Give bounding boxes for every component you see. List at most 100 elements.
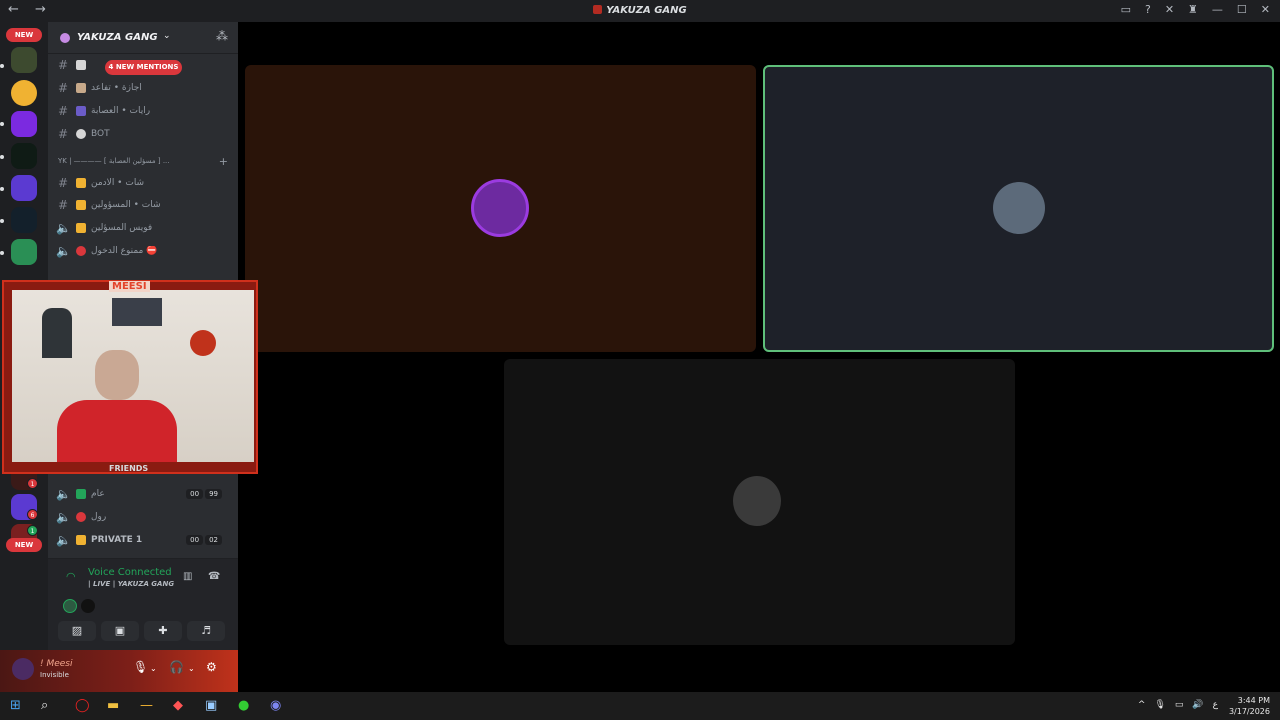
channel-text-bot[interactable]: # BOT: [56, 124, 232, 144]
mention-count-badge: 1: [27, 478, 38, 489]
server-icon-6[interactable]: [11, 207, 37, 233]
bug-icon[interactable]: ♜: [1188, 3, 1198, 16]
hash-icon: #: [57, 104, 69, 118]
channel-label: BOT: [91, 129, 110, 139]
hash-icon: #: [57, 127, 69, 141]
chevron-up-icon[interactable]: ^: [1138, 700, 1146, 710]
new-mentions-badge[interactable]: 4 NEW MENTIONS: [105, 60, 182, 75]
server-icon-3[interactable]: [11, 111, 37, 137]
participant-avatar: [733, 476, 781, 526]
video-stage: [238, 22, 1280, 692]
channel-label: شات • الادمن: [91, 178, 145, 188]
server-icon-7[interactable]: [11, 239, 37, 265]
server-icon-4[interactable]: [11, 143, 37, 169]
user-limit: 00 02: [186, 535, 222, 545]
discord-icon[interactable]: ◉: [270, 698, 281, 713]
inbox-icon[interactable]: ▭: [1121, 3, 1131, 16]
unread-pill: [0, 219, 4, 223]
channel-label: اجازة • تفاعد: [91, 83, 142, 93]
soundboard-button[interactable]: ♬: [187, 621, 225, 641]
server-icon-5[interactable]: [11, 175, 37, 201]
unread-pill: [0, 155, 4, 159]
guild-header[interactable]: YAKUZA GANG ⌄ ⁂: [48, 22, 238, 54]
app-green-icon[interactable]: ●: [238, 698, 249, 713]
channel-voice-restricted[interactable]: 🔈 ممنوع الدخول ⛔: [56, 241, 232, 261]
new-badge-top[interactable]: NEW: [6, 28, 42, 42]
hash-icon: #: [57, 58, 69, 72]
username[interactable]: ! Meesi: [40, 659, 73, 669]
microphone-icon[interactable]: 🎙: [133, 660, 148, 674]
channel-text-2[interactable]: # اجازة • تفاعد: [56, 78, 232, 98]
brave-icon[interactable]: ◆: [173, 698, 183, 713]
category-header[interactable]: YK | ———— [ مسؤلين العصابة ] ... +: [58, 157, 228, 165]
network-icon[interactable]: ▭: [1175, 700, 1184, 710]
server-icon-1[interactable]: [11, 47, 37, 73]
invite-people-icon[interactable]: ⁂: [216, 29, 228, 43]
camera-off-button[interactable]: ▨: [58, 621, 96, 641]
hash-icon: #: [57, 81, 69, 95]
volume-icon[interactable]: 🔊: [1192, 700, 1203, 710]
maximize-icon[interactable]: ☐: [1237, 3, 1247, 16]
tools-icon[interactable]: ✕: [1165, 3, 1174, 16]
new-badge-bottom[interactable]: NEW: [6, 538, 42, 552]
input-language[interactable]: ع: [1213, 700, 1218, 710]
search-icon[interactable]: ⌕: [41, 698, 48, 713]
voice-channel-name[interactable]: | LIVE | YAKUZA GANG: [88, 580, 174, 588]
hash-icon: #: [57, 176, 69, 190]
crown-icon: [76, 178, 86, 188]
add-channel-icon[interactable]: +: [219, 157, 228, 165]
screen-share-button[interactable]: ▣: [101, 621, 139, 641]
window-title-text: YAKUZA GANG: [606, 5, 687, 16]
category-label: YK | ———— [ مسؤلين العصابة ] ...: [58, 157, 170, 165]
channel-text-3[interactable]: # رايات • العصابة: [56, 101, 232, 121]
channel-label: عام: [91, 489, 105, 499]
noise-suppression-icon[interactable]: ▥: [183, 571, 192, 582]
participant-avatar[interactable]: [63, 599, 77, 613]
minimize-icon[interactable]: —: [1212, 3, 1223, 16]
webcam-overlay: MEESI FRIENDS: [2, 280, 258, 474]
settings-gear-icon[interactable]: ⚙: [206, 660, 217, 674]
chevron-down-icon[interactable]: ⌄: [188, 664, 195, 673]
server-logo-icon: [593, 5, 603, 14]
lock-icon: [76, 535, 86, 545]
video-tile-2-speaking[interactable]: [763, 65, 1274, 352]
channel-emoji-icon: [76, 489, 86, 499]
server-icon-2[interactable]: [11, 80, 37, 106]
app-icon[interactable]: —: [140, 698, 153, 713]
channel-voice-role[interactable]: 🔈 رول: [56, 507, 232, 527]
microphone-tray-icon[interactable]: 🎙: [1154, 700, 1165, 710]
webcam-feed: [12, 290, 254, 462]
channel-emoji-icon: [76, 60, 86, 70]
guild-name: YAKUZA GANG: [77, 32, 158, 43]
activities-button[interactable]: ✚: [144, 621, 182, 641]
channel-voice-general[interactable]: 🔈 عام 00 99: [56, 484, 232, 504]
signal-icon[interactable]: ◠: [66, 570, 76, 583]
user-count: 00: [186, 489, 204, 499]
participant-avatar[interactable]: [81, 599, 95, 613]
channel-text-managers[interactable]: # شات • المسؤولين: [56, 195, 232, 215]
channel-label: رايات • العصابة: [91, 106, 151, 116]
crown-icon: [76, 223, 86, 233]
headphones-icon[interactable]: 🎧: [169, 660, 184, 674]
channel-label: PRIVATE 1: [91, 535, 143, 545]
disconnect-icon[interactable]: ☎: [208, 571, 220, 582]
channel-voice-managers[interactable]: 🔈 فويس المسؤلين: [56, 218, 232, 238]
file-explorer-icon[interactable]: ▬: [107, 698, 119, 713]
video-tile-3[interactable]: [504, 359, 1015, 645]
close-icon[interactable]: ✕: [1261, 3, 1270, 16]
window-controls: ▭ ? ✕ ♜ — ☐ ✕: [1121, 3, 1270, 16]
windows-start-icon[interactable]: ⊞: [10, 698, 21, 713]
video-tile-1[interactable]: [245, 65, 756, 352]
help-icon[interactable]: ?: [1145, 3, 1151, 16]
opera-icon[interactable]: ◯: [75, 698, 90, 713]
voice-status[interactable]: Voice Connected: [88, 567, 172, 578]
channel-text-admin[interactable]: # شات • الادمن: [56, 173, 232, 193]
screen-share-icon: ▣: [114, 624, 126, 637]
channel-voice-private[interactable]: 🔈 PRIVATE 1 00 02: [56, 530, 232, 550]
monitor-icon[interactable]: ▣: [205, 698, 217, 713]
participant-avatar: [471, 179, 529, 237]
chevron-down-icon[interactable]: ⌄: [150, 664, 157, 673]
avatar[interactable]: [12, 658, 34, 680]
clock[interactable]: 3:44 PM 3/17/2026: [1229, 695, 1270, 717]
user-max: 99: [205, 489, 222, 499]
